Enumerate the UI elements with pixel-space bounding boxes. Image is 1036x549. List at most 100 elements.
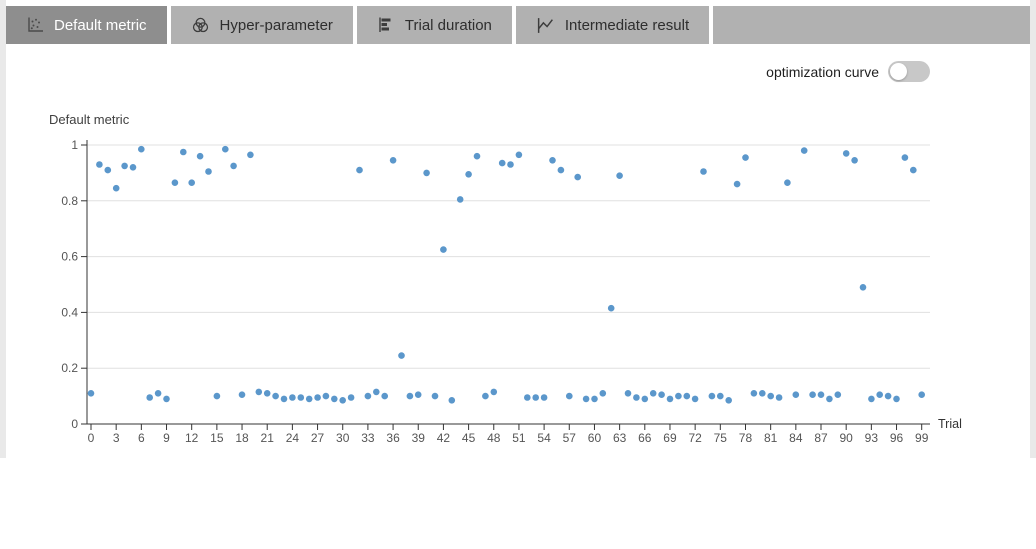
scatter-point[interactable]: [809, 391, 816, 399]
scatter-point[interactable]: [280, 395, 288, 403]
scatter-point[interactable]: [910, 166, 917, 174]
scatter-point[interactable]: [356, 166, 363, 174]
scatter-point[interactable]: [305, 395, 313, 403]
scatter-point[interactable]: [574, 173, 581, 181]
scatter-point[interactable]: [247, 151, 254, 159]
scatter-point[interactable]: [180, 148, 187, 156]
scatter-point[interactable]: [339, 397, 347, 404]
scatter-point[interactable]: [490, 388, 498, 396]
scatter-point[interactable]: [624, 390, 632, 397]
scatter-point[interactable]: [549, 157, 556, 164]
scatter-point[interactable]: [188, 179, 195, 186]
scatter-point[interactable]: [448, 397, 456, 404]
scatter-point[interactable]: [272, 392, 279, 400]
scatter-point[interactable]: [364, 392, 372, 400]
scatter-point[interactable]: [675, 392, 682, 400]
scatter-point[interactable]: [507, 161, 514, 168]
scatter-point[interactable]: [414, 391, 422, 399]
scatter-point[interactable]: [465, 171, 472, 178]
scatter-point[interactable]: [591, 395, 598, 403]
scatter-point[interactable]: [750, 390, 758, 397]
scatter-point[interactable]: [616, 172, 623, 179]
scatter-point[interactable]: [515, 151, 523, 159]
scatter-point[interactable]: [96, 161, 103, 168]
scatter-point[interactable]: [884, 392, 892, 400]
scatter-point[interactable]: [859, 284, 867, 291]
scatter-point[interactable]: [129, 164, 137, 171]
scatter-point[interactable]: [658, 391, 665, 399]
scatter-point[interactable]: [524, 394, 531, 401]
scatter-point[interactable]: [222, 145, 229, 153]
scatter-point[interactable]: [868, 395, 875, 403]
scatter-point[interactable]: [473, 152, 481, 160]
scatter-point[interactable]: [826, 395, 833, 403]
scatter-point[interactable]: [87, 390, 95, 397]
scatter-point[interactable]: [817, 391, 825, 399]
scatter-point[interactable]: [373, 388, 380, 396]
scatter-point[interactable]: [918, 391, 925, 399]
scatter-point[interactable]: [205, 168, 212, 175]
scatter-point[interactable]: [297, 394, 305, 401]
scatter-point[interactable]: [717, 392, 724, 400]
scatter-point[interactable]: [759, 390, 766, 397]
scatter-point[interactable]: [255, 388, 263, 396]
scatter-point[interactable]: [532, 394, 539, 401]
scatter-point[interactable]: [121, 162, 128, 170]
scatter-point[interactable]: [792, 391, 800, 399]
scatter-point[interactable]: [112, 184, 120, 192]
scatter-point[interactable]: [163, 395, 170, 403]
scatter-point[interactable]: [851, 157, 858, 164]
scatter-point[interactable]: [238, 391, 246, 399]
scatter-point[interactable]: [725, 397, 732, 404]
scatter-point[interactable]: [456, 196, 464, 203]
scatter-point[interactable]: [767, 392, 774, 400]
scatter-point[interactable]: [666, 395, 674, 403]
scatter-point[interactable]: [540, 394, 548, 401]
scatter-point[interactable]: [431, 392, 439, 400]
scatter-point[interactable]: [557, 166, 565, 174]
scatter-point[interactable]: [146, 394, 153, 401]
scatter-point[interactable]: [700, 168, 707, 175]
scatter-point[interactable]: [893, 395, 900, 403]
scatter-point[interactable]: [708, 392, 716, 400]
scatter-point[interactable]: [196, 152, 204, 160]
scatter-point[interactable]: [733, 180, 741, 188]
scatter-point[interactable]: [683, 392, 691, 400]
scatter-point[interactable]: [213, 392, 221, 400]
scatter-point[interactable]: [901, 154, 909, 161]
scatter-point[interactable]: [154, 390, 162, 397]
scatter-point[interactable]: [398, 352, 405, 359]
scatter-point[interactable]: [498, 159, 506, 167]
scatter-point[interactable]: [104, 166, 112, 174]
scatter-point[interactable]: [633, 394, 640, 401]
scatter-point[interactable]: [381, 392, 389, 400]
scatter-point[interactable]: [641, 395, 649, 403]
scatter-point[interactable]: [599, 390, 607, 397]
scatter-point[interactable]: [800, 147, 808, 154]
scatter-point[interactable]: [784, 179, 791, 186]
scatter-point[interactable]: [582, 395, 590, 403]
scatter-point[interactable]: [331, 395, 338, 403]
scatter-point[interactable]: [263, 390, 271, 397]
scatter-point[interactable]: [607, 304, 615, 312]
scatter-point[interactable]: [289, 394, 296, 401]
scatter-point[interactable]: [423, 169, 430, 177]
scatter-point[interactable]: [482, 392, 489, 400]
scatter-point[interactable]: [322, 392, 330, 400]
scatter-point[interactable]: [834, 391, 842, 399]
scatter-point[interactable]: [138, 145, 145, 153]
scatter-point[interactable]: [876, 391, 883, 399]
scatter-point[interactable]: [314, 394, 321, 401]
scatter-point[interactable]: [566, 392, 573, 400]
scatter-point[interactable]: [842, 150, 850, 157]
scatter-point[interactable]: [389, 157, 397, 164]
scatter-point[interactable]: [742, 154, 749, 161]
scatter-point[interactable]: [691, 395, 699, 403]
scatter-point[interactable]: [230, 162, 237, 170]
scatter-point[interactable]: [171, 179, 179, 186]
scatter-point[interactable]: [649, 390, 657, 397]
scatter-point[interactable]: [440, 246, 447, 253]
scatter-point[interactable]: [775, 394, 783, 401]
scatter-point[interactable]: [347, 394, 355, 401]
scatter-point[interactable]: [406, 392, 414, 400]
